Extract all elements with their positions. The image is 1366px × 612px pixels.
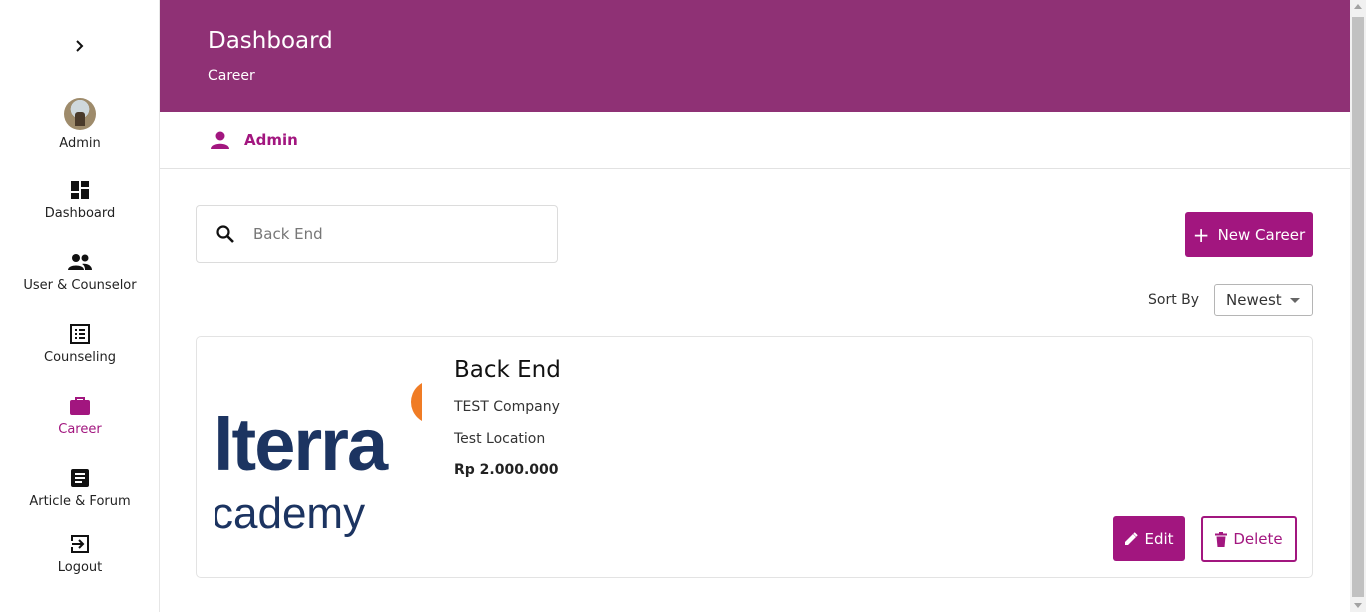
sidebar-item-article-forum[interactable]: Article & Forum — [0, 468, 160, 509]
app: Admin Dashboard User & Counselor Counsel… — [0, 0, 1366, 612]
logo-orange-dot — [411, 380, 422, 424]
people-icon — [68, 254, 92, 270]
vertical-scrollbar[interactable] — [1350, 0, 1366, 612]
avatar — [64, 98, 96, 130]
sidebar-item-counseling[interactable]: Counseling — [0, 324, 160, 365]
career-title: Back End — [454, 357, 561, 383]
sidebar-item-label: Logout — [57, 560, 103, 575]
company-logo: lterra cademy — [215, 380, 422, 550]
delete-label: Delete — [1233, 530, 1283, 548]
scroll-up-icon[interactable] — [1354, 4, 1362, 9]
sidebar-item-dashboard[interactable]: Dashboard — [0, 180, 160, 221]
new-career-button[interactable]: + New Career — [1185, 212, 1313, 257]
sort-value: Newest — [1226, 291, 1282, 309]
page-subtitle: Career — [208, 68, 255, 84]
sidebar-item-admin[interactable]: Admin — [0, 98, 160, 151]
search-icon — [216, 225, 234, 243]
search-input[interactable] — [253, 225, 533, 243]
caret-down-icon — [1290, 298, 1300, 303]
edit-button[interactable]: Edit — [1113, 516, 1185, 561]
delete-button[interactable]: Delete — [1201, 516, 1297, 562]
logo-text-primary: lterra — [215, 403, 388, 486]
sidebar-item-label: Dashboard — [44, 206, 116, 221]
person-icon — [211, 131, 229, 149]
pencil-icon — [1124, 531, 1139, 546]
scroll-down-icon[interactable] — [1354, 603, 1362, 608]
sidebar: Admin Dashboard User & Counselor Counsel… — [0, 0, 160, 612]
article-icon — [71, 469, 89, 487]
scrollbar-thumb[interactable] — [1352, 17, 1364, 597]
current-user-name: Admin — [244, 131, 298, 149]
sidebar-item-logout[interactable]: Logout — [0, 534, 160, 575]
dashboard-icon — [71, 181, 89, 199]
search-box — [196, 205, 558, 263]
page-title: Dashboard — [208, 28, 333, 54]
new-career-label: New Career — [1217, 225, 1306, 244]
sidebar-item-label: User & Counselor — [23, 278, 137, 293]
sidebar-item-label: Counseling — [44, 350, 116, 365]
sidebar-item-career[interactable]: Career — [0, 396, 160, 437]
sidebar-toggle-button[interactable] — [70, 36, 90, 56]
sidebar-item-label: Admin — [59, 136, 101, 151]
career-salary: Rp 2.000.000 — [454, 462, 559, 478]
page-header: Dashboard Career — [160, 0, 1350, 112]
logout-icon — [71, 535, 89, 553]
career-location: Test Location — [454, 431, 546, 447]
career-company: TEST Company — [454, 399, 560, 415]
sort-select[interactable]: Newest — [1214, 284, 1313, 316]
career-card: lterra cademy Back End TEST Company Test… — [196, 336, 1313, 578]
trash-icon — [1215, 531, 1228, 547]
sort-label: Sort By — [1148, 292, 1200, 308]
sidebar-item-label: Article & Forum — [29, 494, 131, 509]
user-bar: Admin — [160, 112, 1350, 169]
list-icon — [70, 324, 90, 344]
edit-label: Edit — [1144, 529, 1174, 548]
sidebar-item-user-counselor[interactable]: User & Counselor — [0, 252, 160, 293]
sidebar-item-label: Career — [58, 422, 102, 437]
briefcase-icon — [70, 397, 90, 415]
logo-text-secondary: cademy — [215, 489, 366, 538]
plus-icon: + — [1192, 222, 1210, 247]
chevron-right-icon — [76, 40, 84, 52]
